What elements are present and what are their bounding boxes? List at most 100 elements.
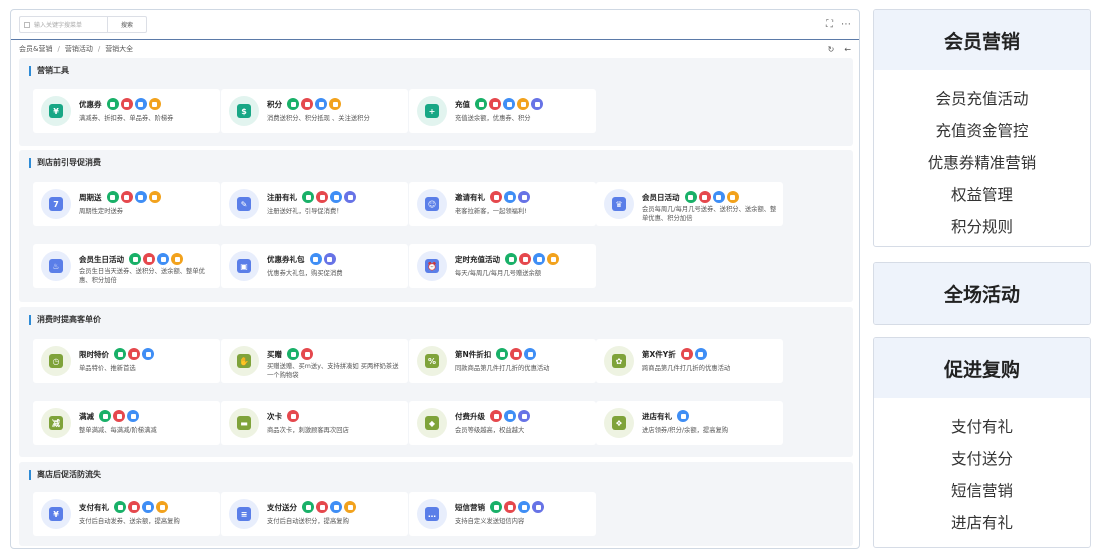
card-register[interactable]: ✎ 注册有礼 注册送好礼，引导促消费！ [221, 182, 408, 226]
badge-red-icon [504, 501, 516, 513]
card-desc: 支持自定义发送短信内容 [455, 518, 525, 525]
panel-item[interactable]: 短信营销 [874, 474, 1090, 506]
card-visit-gift[interactable]: ❖ 进店有礼 进店领券/积分/余额，提高复购 [596, 401, 783, 445]
badge-blue-icon [330, 191, 342, 203]
channel-badges [106, 98, 163, 110]
card-invite[interactable]: ☺ 邀请有礼 老客拉新客，一起领福利! [409, 182, 596, 226]
panel-store-wide[interactable]: 全场活动 [873, 262, 1091, 325]
panel-item[interactable]: 优惠券精准营销 [874, 146, 1090, 178]
badge-blue-icon [518, 501, 530, 513]
card-points[interactable]: $ 积分 消费送积分、积分抵现 、关注送积分 [221, 89, 408, 133]
panel-item[interactable]: 支付送分 [874, 442, 1090, 474]
card-desc: 支付后自动发券、送余额，提高复购 [79, 518, 180, 525]
channel-badges [287, 98, 343, 110]
breadcrumb-item-member-marketing[interactable]: 会员&营销 [19, 44, 52, 54]
card-pay-points[interactable]: ≡ 支付送分 支付后自动送积分，提高复购 [221, 492, 408, 536]
channel-badges [490, 191, 532, 203]
badge-red-icon [120, 191, 133, 203]
card-birthday[interactable]: ♨ 会员生日活动 会员生日当天送券、送积分、送余额、整单优惠、积分加倍 [33, 244, 220, 288]
pay-ticket-icon: ¥ [41, 499, 71, 529]
refresh-icon[interactable]: ↻ [828, 45, 835, 54]
panel-item[interactable]: 进店有礼 [874, 506, 1090, 538]
panel-repurchase: 促进复购 支付有礼 支付送分 短信营销 进店有礼 [873, 337, 1091, 548]
card-pay-gift[interactable]: ¥ 支付有礼 支付后自动发券、送余额，提高复购 [33, 492, 220, 536]
badge-indigo-icon [323, 253, 336, 265]
invite-user-icon: ☺ [417, 189, 447, 219]
card-title: 支付送分 [267, 502, 297, 512]
section-title: 离店后促活防流失 [29, 470, 101, 480]
badge-blue-icon [524, 348, 537, 360]
card-coupon-pack[interactable]: ▣ 优惠券礼包 优惠券大礼包，购买促消费 [221, 244, 408, 288]
badge-blue-icon [315, 98, 327, 110]
badge-red-icon [698, 191, 711, 203]
panel-item[interactable]: 权益管理 [874, 178, 1090, 210]
panel-item[interactable]: 积分规则 [874, 210, 1090, 242]
breadcrumb-separator: / [97, 45, 101, 53]
badge-red-icon [128, 348, 140, 360]
coins-icon: $ [229, 96, 259, 126]
badge-green-icon [490, 501, 502, 513]
card-desc: 周期性定时送券 [79, 208, 124, 215]
more-icon[interactable]: ⋯ [841, 19, 851, 30]
card-nth-discount[interactable]: % 第N件折扣 同款商品第几件打几折的优惠活动 [409, 339, 596, 383]
card-title: 第N件折扣 [455, 349, 492, 359]
panel-title: 全场活动 [874, 263, 1090, 324]
card-coupon[interactable]: ¥ 优惠券 满减券、折扣券、单品券、阶梯券 [33, 89, 220, 133]
card-title: 付费升级 [455, 411, 485, 421]
card-paid-upgrade[interactable]: ◆ 付费升级 会员等级越高，权益越大 [409, 401, 596, 445]
badge-indigo-icon [518, 410, 530, 422]
card-desc: 满减券、折扣券、单品券、阶梯券 [79, 115, 174, 122]
panel-member-marketing: 会员营销 会员充值活动 充值资金管控 优惠券精准营销 权益管理 积分规则 [873, 9, 1091, 247]
panel-item[interactable]: 支付有礼 [874, 410, 1090, 442]
card-weekly[interactable]: 7 周期送 周期性定时送券 [33, 182, 220, 226]
badge-blue-icon [712, 191, 725, 203]
badge-blue-icon [134, 191, 147, 203]
card-desc: 老客拉新客，一起领福利! [455, 208, 527, 215]
recharge-icon: + [417, 96, 447, 126]
card-title: 第X件Y折 [642, 349, 676, 359]
breadcrumb-item-activities[interactable]: 营销活动 [65, 44, 93, 54]
card-desc: 跨商品第几件打几折的优惠活动 [642, 365, 731, 372]
badge-green-icon [287, 98, 299, 110]
coin-stack-icon: ≡ [229, 499, 259, 529]
badge-blue-icon [142, 501, 154, 513]
card-recharge[interactable]: + 充值 充值送余额，优惠券、积分 [409, 89, 596, 133]
card-full-reduce[interactable]: 减 满减 整单满减、每满减/阶梯满减 [33, 401, 220, 445]
back-arrow-icon[interactable]: ← [844, 45, 851, 54]
card-title: 短信营销 [455, 502, 485, 512]
card-desc: 会员等级越高，权益越大 [455, 427, 525, 434]
card-times-card[interactable]: ▬ 次卡 商品次卡，刺激顾客再次回店 [221, 401, 408, 445]
card-sms[interactable]: … 短信营销 支持自定义发送短信内容 [409, 492, 596, 536]
badge-orange-icon [547, 253, 559, 265]
channel-badges [287, 348, 315, 360]
card-xy-discount[interactable]: ✿ 第X件Y折 跨商品第几件打几折的优惠活动 [596, 339, 783, 383]
badge-red-icon [316, 191, 328, 203]
channel-badges [302, 501, 358, 513]
badge-blue-icon [142, 348, 154, 360]
badge-orange-icon [517, 98, 529, 110]
badge-orange-icon [726, 191, 739, 203]
card-flash-price[interactable]: ◷ 限时特价 单品特价、推新首选 [33, 339, 220, 383]
badge-blue-icon [694, 348, 707, 360]
coupon-icon: ¥ [41, 96, 71, 126]
card-title: 进店有礼 [642, 411, 672, 421]
badge-blue-icon [157, 253, 169, 265]
channel-badges [490, 410, 532, 422]
card-desc: 充值送余额，优惠券、积分 [455, 115, 531, 122]
fullscreen-icon[interactable]: ⛶ [826, 19, 833, 30]
badge-green-icon [505, 253, 517, 265]
card-gift[interactable]: ✋ 买赠 买赠送赠、买m送y、支持拼凑如 买两杯奶茶送一个购物袋 [221, 339, 408, 383]
badge-red-icon [301, 348, 313, 360]
badge-green-icon [475, 98, 487, 110]
diamond-icon: ◆ [417, 408, 447, 438]
badge-green-icon [114, 501, 126, 513]
search-button[interactable]: 搜索 [107, 16, 147, 33]
badge-red-icon [120, 98, 133, 110]
channel-badges [496, 348, 538, 360]
badge-blue-icon [677, 410, 689, 422]
panel-item[interactable]: 充值资金管控 [874, 114, 1090, 146]
panel-item[interactable]: 会员充值活动 [874, 82, 1090, 114]
menu-search-input[interactable]: 输入关键字搜菜单 [19, 16, 107, 33]
card-member-day[interactable]: ♛ 会员日活动 会员每周几/每月几号送券、送积分、送余额、整单优惠、积分加倍 [596, 182, 783, 226]
card-timed-recharge[interactable]: ⏰ 定时充值活动 每天/每周几/每月几号赠送余额 [409, 244, 596, 288]
